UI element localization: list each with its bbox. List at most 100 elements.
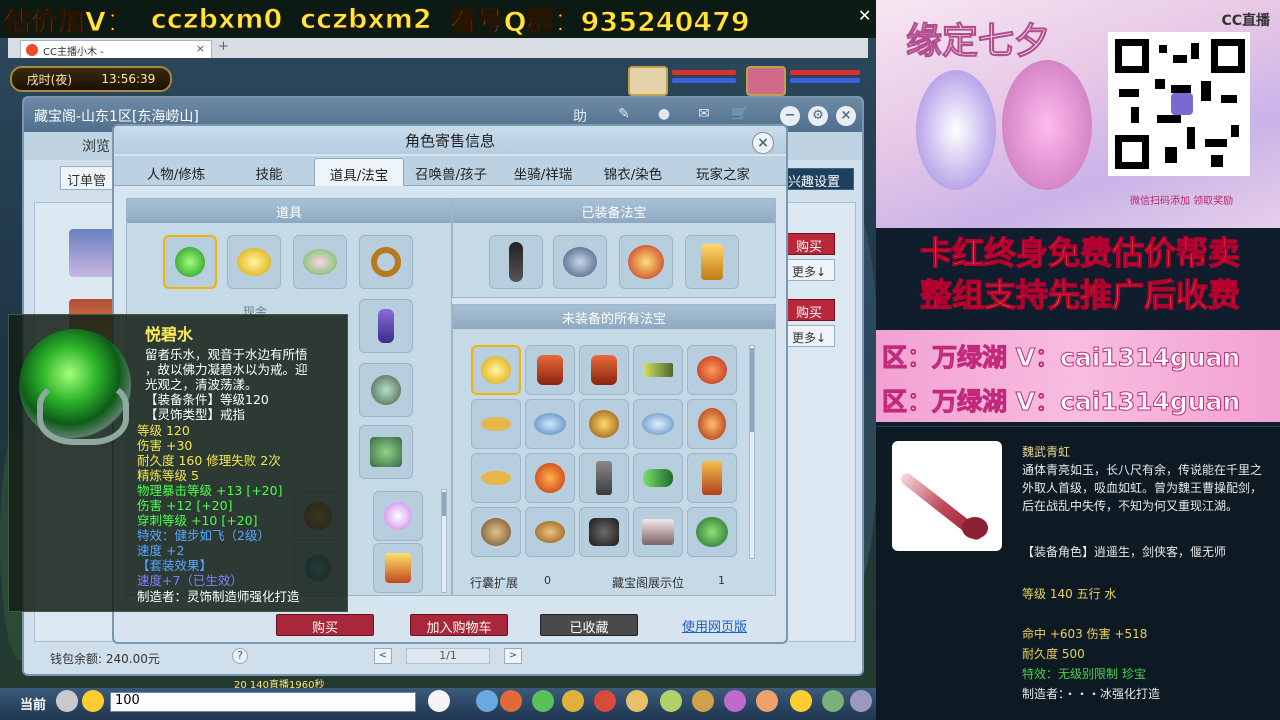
item-slot[interactable] (227, 235, 281, 289)
tab-mounts[interactable]: 坐骑/祥瑞 (498, 158, 588, 186)
item-slot[interactable] (293, 235, 347, 289)
equipped-treasure-slot[interactable] (489, 235, 543, 289)
items-scrollbar[interactable] (441, 489, 447, 593)
item-slot[interactable] (359, 299, 413, 353)
favorited-button[interactable]: 已收藏 (540, 614, 638, 636)
chat-channel-label[interactable]: 当前 (20, 694, 46, 713)
window-close-icon[interactable]: × (836, 106, 856, 126)
use-web-version-link[interactable]: 使用网页版 (682, 616, 747, 635)
item-slot[interactable] (359, 363, 413, 417)
add-to-cart-button[interactable]: 加入购物车 (410, 614, 508, 636)
treasure-slot[interactable] (525, 345, 575, 395)
browse-tab[interactable]: 浏览 (82, 136, 110, 156)
listing-buy-button[interactable]: 购买 (783, 299, 835, 321)
treasure-slot[interactable] (525, 453, 575, 503)
treasure-slot[interactable] (687, 507, 737, 557)
treasure-slot[interactable] (525, 507, 575, 557)
cart-icon[interactable]: 🛒 (730, 106, 750, 124)
card-maker: 制造者：・・・冰强化打造 (1022, 687, 1161, 701)
listing-more-button[interactable]: 更多↓ (783, 259, 835, 281)
assist-icon[interactable]: 助 (570, 106, 590, 125)
unequipped-header: 未装备的所有法宝 (453, 305, 775, 329)
skill-icon[interactable] (756, 690, 778, 712)
card-level: 等级 140 五行 水 (1022, 587, 1117, 601)
chat-icon[interactable]: ✉ (694, 106, 714, 124)
treasure-slot[interactable] (579, 453, 629, 503)
page-prev-button[interactable]: < (374, 648, 392, 664)
pet-portrait[interactable] (628, 66, 668, 96)
skill-icon[interactable] (850, 690, 872, 712)
skill-icon[interactable] (724, 690, 746, 712)
minimize-icon[interactable]: − (780, 106, 800, 126)
smiley-icon[interactable] (790, 690, 812, 712)
treasure-slot[interactable] (579, 345, 629, 395)
treasure-slot[interactable] (471, 399, 521, 449)
treasures-scrollbar[interactable] (749, 345, 755, 559)
listing-buy-button[interactable]: 购买 (783, 233, 835, 255)
pet-avatar-icon[interactable] (428, 690, 450, 712)
listing-avatar[interactable] (69, 229, 117, 277)
skill-icon[interactable] (476, 690, 498, 712)
treasure-slot[interactable] (687, 399, 737, 449)
tab-skills[interactable]: 技能 (226, 158, 312, 186)
treasure-slot[interactable] (471, 453, 521, 503)
treasure-slot[interactable] (633, 507, 683, 557)
mic-icon[interactable] (56, 690, 78, 712)
treasure-slot[interactable] (525, 399, 575, 449)
settings-gear-icon[interactable]: ⚙ (808, 106, 828, 126)
page-next-button[interactable]: > (504, 648, 522, 664)
player-hp-bar (790, 70, 860, 75)
treasure-slot[interactable] (633, 345, 683, 395)
tab-character[interactable]: 人物/修炼 (128, 158, 224, 186)
skill-icon[interactable] (626, 690, 648, 712)
tooltip-line: 光观之，清波荡漾。 (145, 377, 258, 392)
tooltip-line: 留者乐水，观音于水边有所悟 (145, 347, 308, 362)
emoji-icon[interactable] (82, 690, 104, 712)
buy-button[interactable]: 购买 (276, 614, 374, 636)
skill-icon[interactable] (822, 690, 844, 712)
tab-close-icon[interactable]: × (196, 42, 205, 55)
equipped-treasure-slot[interactable] (685, 235, 739, 289)
treasure-slot[interactable] (579, 507, 629, 557)
equipped-treasure-slot[interactable] (553, 235, 607, 289)
tab-home[interactable]: 玩家之家 (678, 158, 768, 186)
history-icon[interactable]: ● (654, 106, 674, 124)
tab-items[interactable]: 道具/法宝 (314, 158, 404, 186)
pin-icon[interactable]: ✎ (614, 106, 634, 124)
treasure-slot[interactable] (471, 507, 521, 557)
display-slot-value: 1 (718, 574, 725, 587)
treasures-scroll-thumb[interactable] (750, 348, 754, 432)
items-scroll-thumb[interactable] (442, 492, 446, 516)
treasure-slot[interactable] (687, 453, 737, 503)
tab-outfits[interactable]: 锦衣/染色 (590, 158, 676, 186)
item-slot[interactable] (359, 235, 413, 289)
item-slot[interactable] (373, 491, 423, 541)
skill-icon[interactable] (594, 690, 616, 712)
player-portrait[interactable] (746, 66, 786, 96)
chat-input[interactable]: 100 (110, 692, 416, 712)
new-tab-button[interactable]: + (218, 39, 229, 54)
help-icon[interactable]: ? (232, 648, 248, 664)
skill-icon[interactable] (500, 690, 522, 712)
item-slot-ring[interactable] (163, 235, 217, 289)
promo-note: 微信扫码添加 领取奖励 (1130, 196, 1234, 207)
skill-icon[interactable] (692, 690, 714, 712)
browser-tab[interactable]: CC主播小木 - × (20, 40, 212, 58)
skill-icon[interactable] (660, 690, 682, 712)
treasure-slot[interactable] (633, 399, 683, 449)
treasure-slot[interactable] (471, 345, 521, 395)
tooltip-item-name: 悦碧水 (145, 325, 194, 344)
skill-icon[interactable] (532, 690, 554, 712)
qixi-promo: 缘定七夕 CC直播 微信扫码添加 领取奖励 (876, 0, 1280, 228)
item-slot[interactable] (373, 543, 423, 593)
skill-icon[interactable] (562, 690, 584, 712)
tab-summons[interactable]: 召唤兽/孩子 (406, 158, 496, 186)
treasure-slot[interactable] (633, 453, 683, 503)
item-slot[interactable] (359, 425, 413, 479)
treasure-slot[interactable] (579, 399, 629, 449)
treasure-slot[interactable] (687, 345, 737, 395)
banner-close-icon[interactable]: ✕ (858, 6, 871, 25)
equipped-treasure-slot[interactable] (619, 235, 673, 289)
listing-more-button[interactable]: 更多↓ (783, 325, 835, 347)
dialog-close-icon[interactable]: × (752, 132, 774, 154)
